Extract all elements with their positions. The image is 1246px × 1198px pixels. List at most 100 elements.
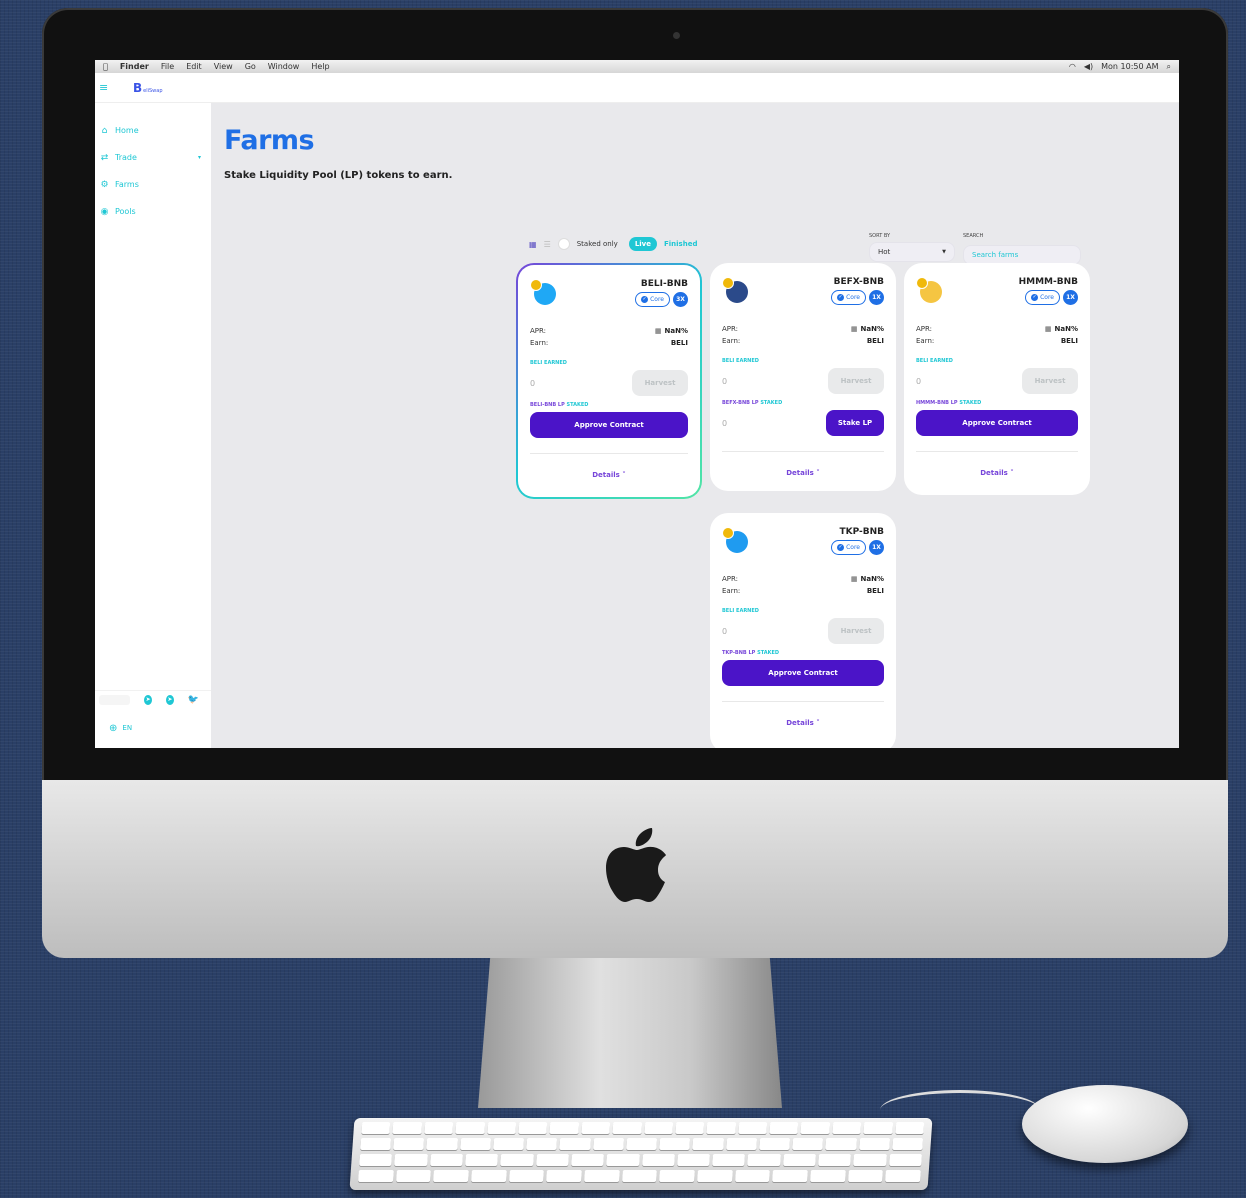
globe-icon: ⊕ <box>109 722 118 734</box>
core-badge: ✓ Core <box>831 540 866 555</box>
details-toggle[interactable]: Details ˅ <box>722 452 884 494</box>
logo-letter: B <box>133 80 143 95</box>
tab-live[interactable]: Live <box>628 237 657 251</box>
social-links: ➤ ➤ 🐦 <box>95 690 211 708</box>
staked-label: BEFX-BNB LP STAKED <box>722 400 884 406</box>
apr-value: NaN% <box>664 327 688 335</box>
calculator-icon[interactable]: ▦ <box>655 327 662 335</box>
menu-go[interactable]: Go <box>245 62 256 71</box>
earned-label: BELI EARNED <box>722 608 884 614</box>
bnb-token-icon <box>530 279 542 291</box>
multiplier-badge: 1X <box>869 540 884 555</box>
details-toggle[interactable]: Details ˅ <box>722 702 884 744</box>
sidebar-item-pools[interactable]: ◉ Pools <box>95 198 211 225</box>
chevron-down-icon: ▾ <box>197 154 201 161</box>
farm-card: HMMM-BNB ✓ Core 1X APR: ▦ NaN% Earn: BELI BE… <box>904 263 1090 495</box>
sidebar-item-farms[interactable]: ⚙ Farms <box>95 171 211 198</box>
harvest-button[interactable]: Harvest <box>828 618 884 644</box>
core-label: Core <box>846 544 860 551</box>
menu-toggle-icon[interactable]: ≡ <box>99 82 113 93</box>
language-selector[interactable]: ⊕ EN <box>95 708 211 748</box>
staked-only-label: Staked only <box>576 240 618 248</box>
approve-contract-button[interactable]: Approve Contract <box>530 412 688 438</box>
staked-only-toggle[interactable] <box>557 238 570 250</box>
earned-value: 0 <box>722 626 728 636</box>
home-icon: ⌂ <box>101 125 108 136</box>
earned-token: BELI <box>916 358 929 364</box>
pair-name: BELI-BNB <box>640 279 688 289</box>
sort-block: SORT BY Hot ▼ <box>869 233 955 262</box>
menu-help[interactable]: Help <box>311 62 329 71</box>
page-title: Farms <box>224 125 315 156</box>
telegram-icon[interactable]: ➤ <box>144 694 152 705</box>
bnb-token-icon <box>722 527 734 539</box>
mouse <box>1022 1085 1188 1163</box>
harvest-button[interactable]: Harvest <box>632 370 688 396</box>
menu-window[interactable]: Window <box>268 62 300 71</box>
core-badge: ✓ Core <box>1025 290 1060 305</box>
search-input[interactable] <box>963 245 1081 265</box>
menu-finder[interactable]: Finder <box>120 62 149 71</box>
earned-token: BELI <box>722 608 735 614</box>
sidebar: ⌂ Home ⇄ Trade ▾ ⚙ Farms ◉ Pools ➤ ➤ 🐦 ⊕… <box>95 103 211 748</box>
earned-token: BELI <box>530 360 543 366</box>
sidebar-item-label: Trade <box>115 153 137 162</box>
list-view-icon[interactable]: ☰ <box>544 240 551 249</box>
keyboard <box>349 1118 933 1190</box>
volume-icon[interactable]: ◀) <box>1084 62 1093 72</box>
farm-card: BEFX-BNB ✓ Core 1X APR: ▦ NaN% Earn: BELI BE… <box>710 263 896 491</box>
check-icon: ✓ <box>837 544 845 551</box>
staked-token: HMMM-BNB LP <box>916 400 958 406</box>
pair-name: HMMM-BNB <box>1018 277 1078 287</box>
earned-label: BELI EARNED <box>722 358 884 364</box>
calculator-icon[interactable]: ▦ <box>1045 325 1052 333</box>
harvest-button[interactable]: Harvest <box>1022 368 1078 394</box>
twitter-icon[interactable]: 🐦 <box>188 695 199 705</box>
staked-token: BEFX-BNB LP <box>722 400 759 406</box>
apple-menu-icon[interactable]:  <box>103 62 108 71</box>
clock[interactable]: Mon 10:50 AM <box>1101 62 1158 72</box>
mac-menubar:  Finder File Edit View Go Window Help ◠… <box>95 60 1179 73</box>
menu-edit[interactable]: Edit <box>186 62 202 71</box>
grid-view-icon[interactable]: ▦ <box>529 240 537 249</box>
staked-suffix: STAKED <box>566 402 589 408</box>
page-subtitle: Stake Liquidity Pool (LP) tokens to earn… <box>224 170 453 181</box>
menu-view[interactable]: View <box>214 62 233 71</box>
token-pair-icon <box>722 527 752 557</box>
menu-file[interactable]: File <box>161 62 174 71</box>
sort-select[interactable]: Hot ▼ <box>869 242 955 262</box>
earned-value: 0 <box>916 376 922 386</box>
staked-label: TKP-BNB LP STAKED <box>722 650 884 656</box>
token-pair-icon <box>916 277 946 307</box>
chevron-down-icon: ▼ <box>942 249 946 255</box>
bnb-token-icon <box>916 277 928 289</box>
app-logo[interactable]: B eliSwap <box>133 81 163 95</box>
staked-suffix: STAKED <box>959 400 982 406</box>
tractor-icon: ⚙ <box>100 179 109 190</box>
approve-contract-button[interactable]: Approve Contract <box>916 410 1078 436</box>
harvest-button[interactable]: Harvest <box>828 368 884 394</box>
earned-label: BELI EARNED <box>530 360 688 366</box>
spotlight-icon[interactable]: ⌕ <box>1167 62 1171 72</box>
details-toggle[interactable]: Details ˅ <box>530 454 688 496</box>
sidebar-item-home[interactable]: ⌂ Home <box>95 117 211 144</box>
tab-finished[interactable]: Finished <box>664 240 697 248</box>
core-label: Core <box>846 294 860 301</box>
farm-card: TKP-BNB ✓ Core 1X APR: ▦ NaN% Earn: BELI BEL… <box>710 513 896 748</box>
wifi-icon[interactable]: ◠ <box>1069 62 1076 72</box>
details-toggle[interactable]: Details ˅ <box>916 452 1078 494</box>
earned-label: BELI EARNED <box>916 358 1078 364</box>
app-topbar: ≡ B eliSwap <box>95 73 1179 103</box>
core-label: Core <box>650 296 664 303</box>
stake-lp-button[interactable]: Stake LP <box>826 410 884 436</box>
staked-label: BELI-BNB LP STAKED <box>530 402 688 408</box>
telegram-alt-icon[interactable]: ➤ <box>165 694 174 705</box>
approve-contract-button[interactable]: Approve Contract <box>722 660 884 686</box>
calculator-icon[interactable]: ▦ <box>851 575 858 583</box>
calculator-icon[interactable]: ▦ <box>851 325 858 333</box>
language-label: EN <box>122 724 133 732</box>
staked-token: TKP-BNB LP <box>722 650 756 656</box>
sidebar-item-trade[interactable]: ⇄ Trade ▾ <box>95 144 211 171</box>
check-icon: ✓ <box>837 294 845 301</box>
camera <box>673 32 680 39</box>
